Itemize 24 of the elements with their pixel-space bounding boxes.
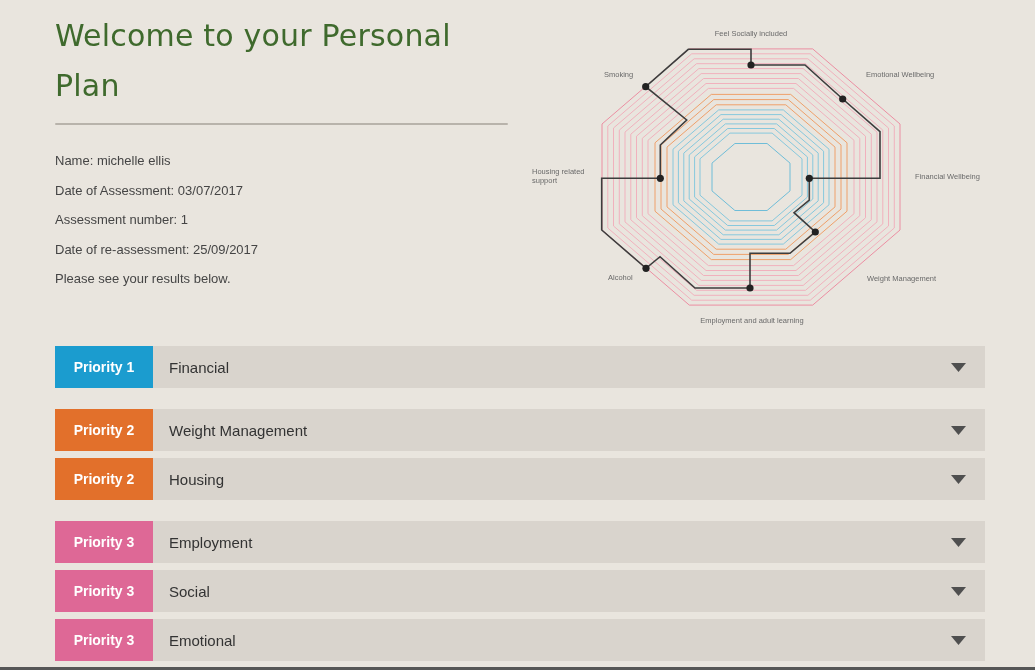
caret-icon	[951, 635, 966, 645]
caret-icon	[951, 586, 966, 596]
priority-badge: Priority 3	[55, 521, 153, 563]
detail-text: Name: michelle ellis	[55, 152, 172, 170]
priority-badge: Priority 2	[55, 458, 153, 500]
detail-text: Assessment number: 1	[55, 211, 189, 229]
caret-icon	[951, 537, 966, 547]
priority-badge: Priority 1	[55, 346, 153, 388]
accordion-header[interactable]: Priority 3 Social	[55, 570, 985, 612]
accordion-header[interactable]: Priority 2 Weight Management	[55, 409, 985, 451]
caret-icon	[951, 425, 966, 435]
page-title: Welcome to your Personal Plan	[55, 17, 452, 105]
detail-text: Date of re-assessment: 25/09/2017	[55, 240, 260, 259]
caret-icon	[951, 474, 966, 484]
caret-icon	[951, 362, 966, 372]
accordion-header[interactable]: Priority 3 Employment	[55, 521, 985, 563]
priority-badge: Priority 3	[55, 570, 153, 612]
instruction-text: Please see your results below.	[55, 270, 232, 288]
detail-text: Date of Assessment: 03/07/2017	[55, 181, 244, 200]
accordion-header[interactable]: Priority 1 Financial	[55, 346, 985, 388]
priority-badge: Priority 3	[55, 619, 153, 661]
priority-badge: Priority 2	[55, 409, 153, 451]
accordion-header[interactable]: Priority 2 Housing	[55, 458, 985, 500]
accordion-header[interactable]: Priority 3 Emotional	[55, 619, 985, 661]
